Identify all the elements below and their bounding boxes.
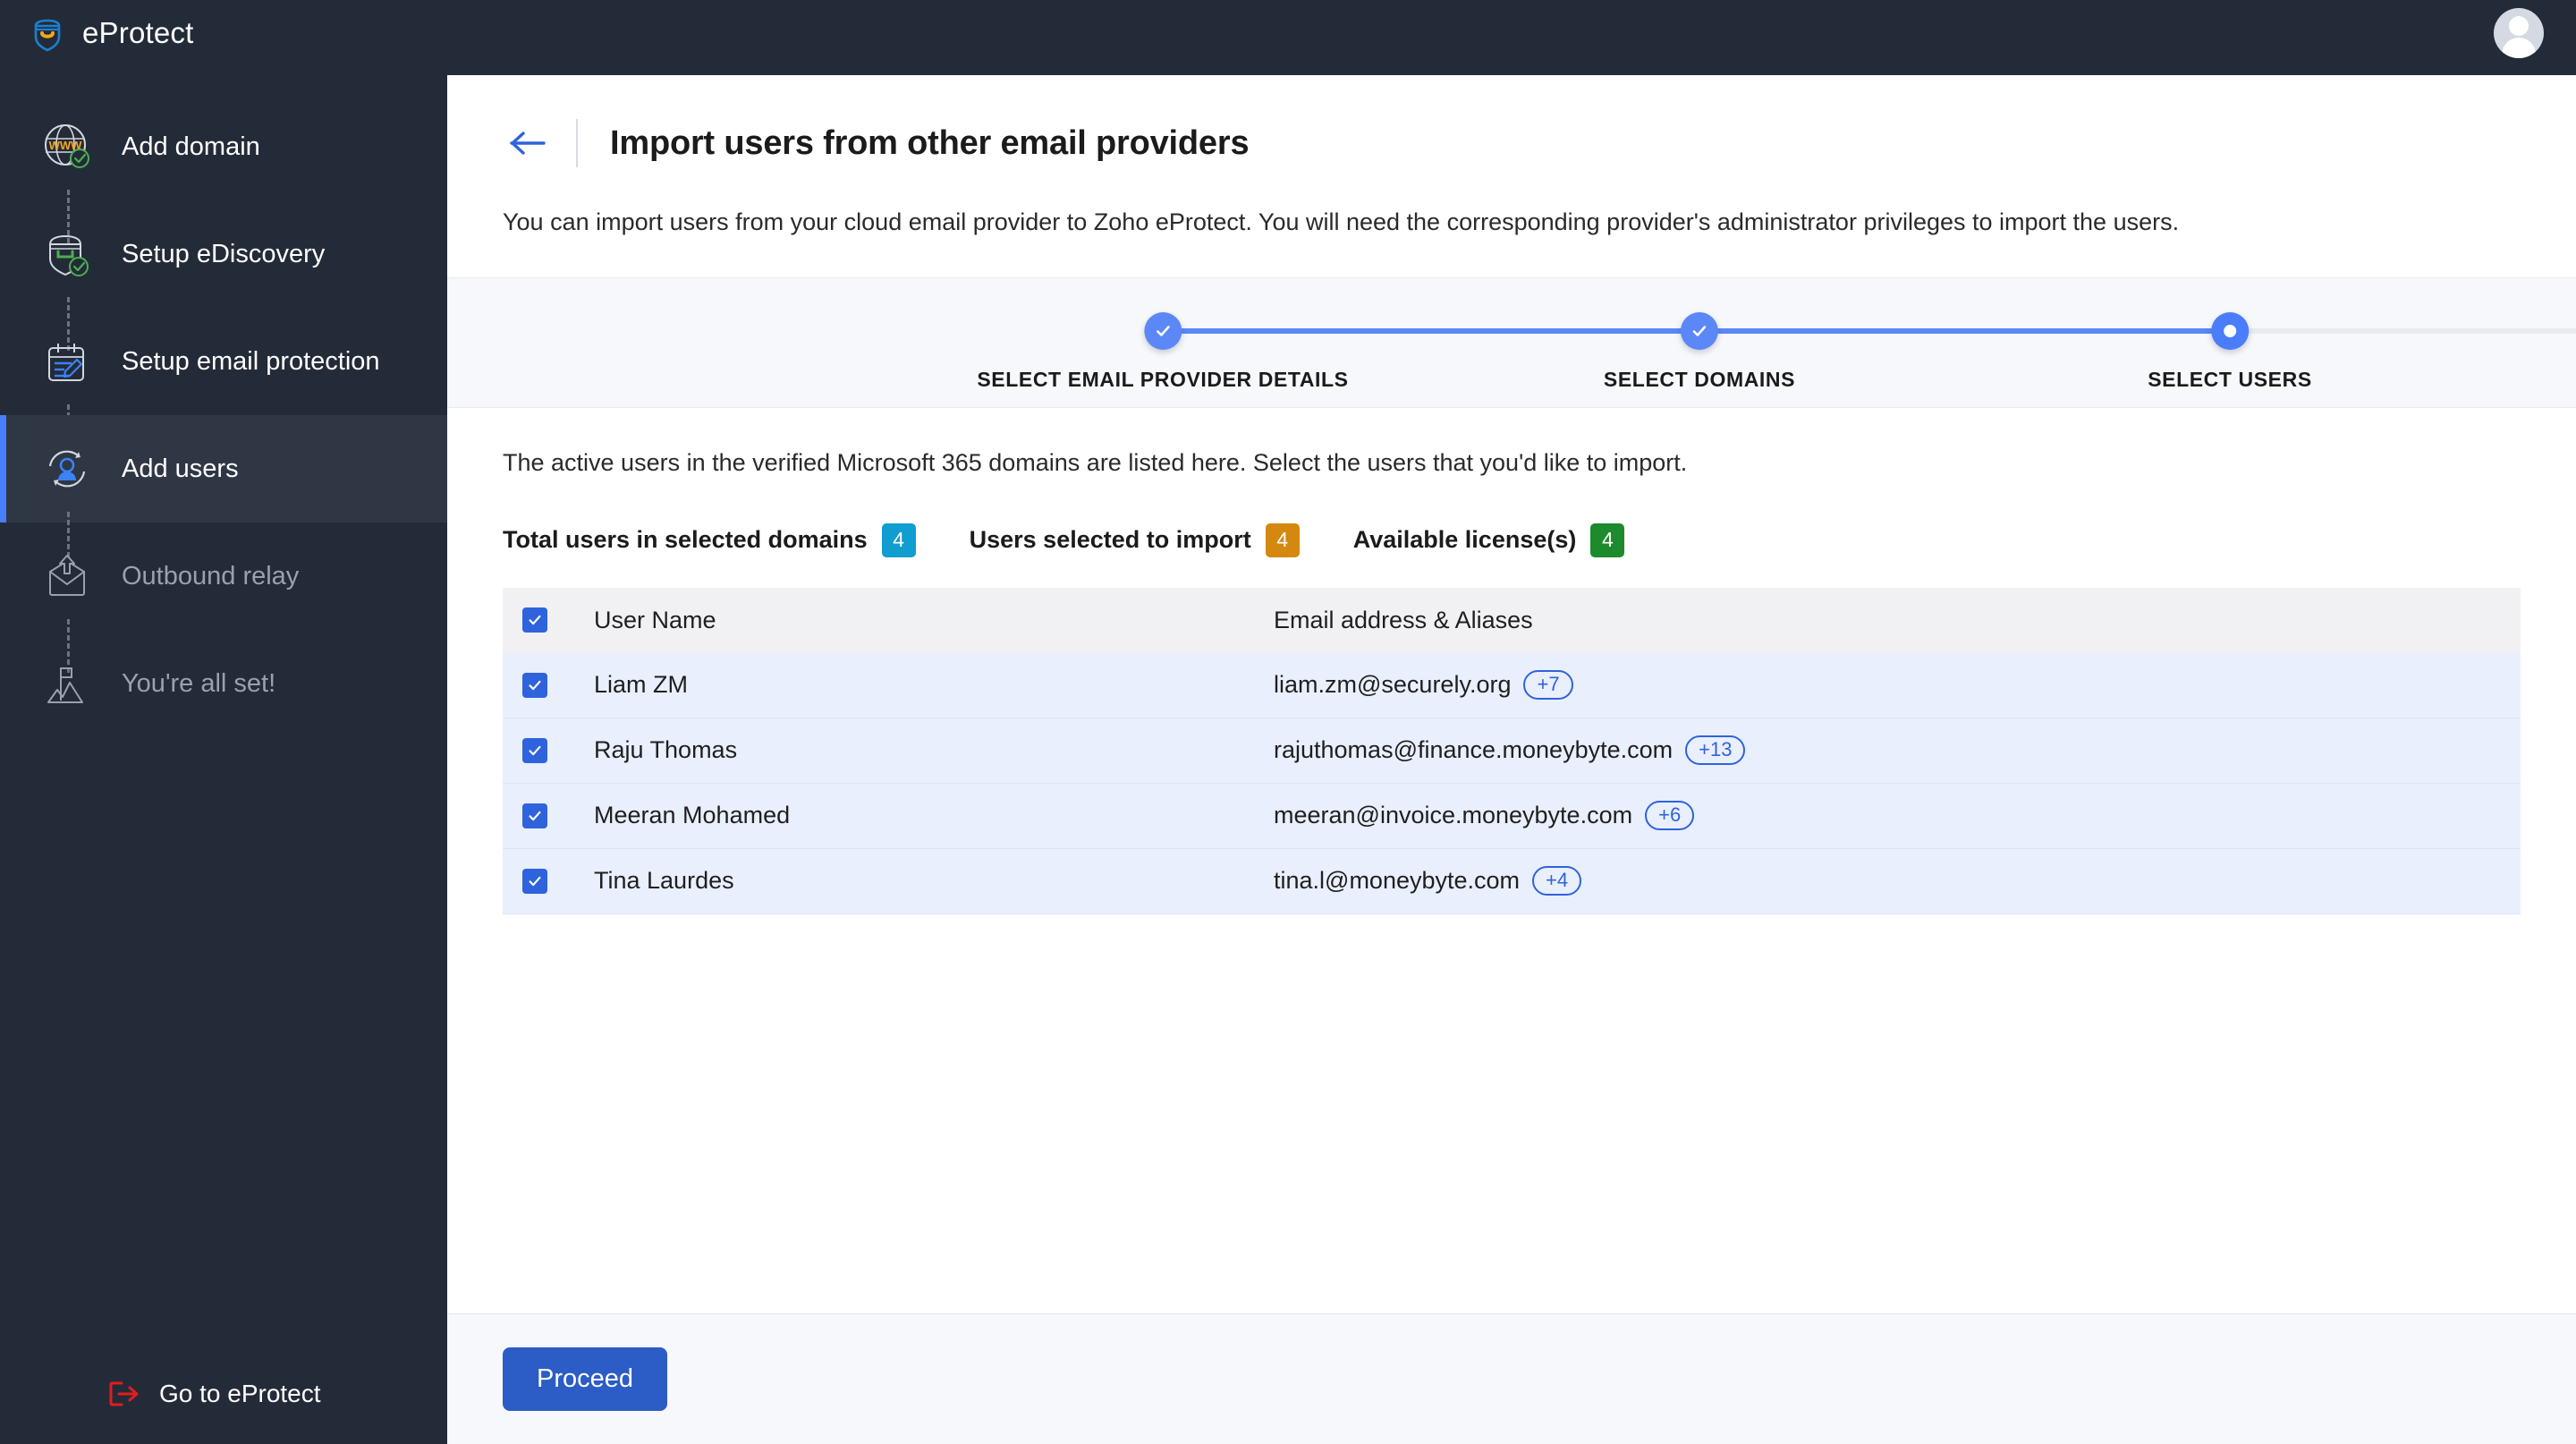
cell-email: meeran@invoice.moneybyte.com +6 [1274,801,1695,831]
back-arrow-icon[interactable] [503,118,553,168]
sidebar-item-label: Setup email protection [122,346,380,376]
page-description: You can import users from your cloud ema… [503,208,2180,235]
app-root: eProtect WWW Add domain Setup eDiscovery… [0,0,2576,1444]
panel-header: Import users from other email providers … [447,75,2576,240]
user-sync-icon [39,441,95,497]
sidebar-item-youre-all-set[interactable]: You're all set! [0,630,447,737]
table-row[interactable]: Raju Thomas rajuthomas@finance.moneybyte… [503,718,2521,784]
sidebar-item-label: You're all set! [122,668,276,698]
table-row[interactable]: Liam ZM liam.zm@securely.org +7 [503,652,2521,718]
alias-count-badge[interactable]: +13 [1685,735,1746,766]
table-row[interactable]: Tina Laurdes tina.l@moneybyte.com +4 [503,848,2521,914]
shield-check-icon [39,226,95,282]
cell-email: tina.l@moneybyte.com +4 [1274,866,1582,896]
counters-row: Total users in selected domains 4 Users … [503,522,2521,557]
users-table: User Name Email address & Aliases Liam Z… [503,587,2521,914]
step-label: SELECT EMAIL PROVIDER DETAILS [977,367,1349,391]
counter-badge: 4 [881,522,916,557]
alias-count-badge[interactable]: +4 [1532,866,1582,896]
counter-badge: 4 [1590,522,1625,557]
counter-badge: 4 [1265,522,1300,557]
sidebar-item-label: Setup eDiscovery [122,239,326,268]
cell-user-name: Raju Thomas [594,736,738,764]
flag-mountain-icon [39,656,95,711]
check-icon [1680,311,1718,350]
exit-arrow-icon [107,1380,140,1407]
main-panel: Import users from other email providers … [447,75,2576,1444]
sidebar-item-add-users[interactable]: Add users [0,415,447,522]
topbar [447,0,2576,66]
sidebar-item-label: Add users [122,454,239,483]
instruction-text: The active users in the verified Microso… [503,448,1688,476]
panel-footer: Proceed [447,1313,2576,1444]
step-select-users[interactable]: SELECT USERS [2148,311,2312,392]
cell-email: rajuthomas@finance.moneybyte.com +13 [1274,735,1746,766]
row-checkbox[interactable] [522,868,547,894]
go-to-eprotect-label: Go to eProtect [159,1380,321,1407]
title-row: Import users from other email providers [503,118,2521,168]
sidebar-item-add-domain[interactable]: WWW Add domain [0,93,447,200]
cell-user-name: Meeran Mohamed [594,802,791,829]
step-select-email-provider-details[interactable]: SELECT EMAIL PROVIDER DETAILS [977,311,1349,392]
sidebar-item-label: Outbound relay [122,561,300,590]
step-label: SELECT USERS [2148,367,2312,391]
step-label: SELECT DOMAINS [1603,367,1796,391]
sidebar-item-setup-ediscovery[interactable]: Setup eDiscovery [0,200,447,308]
email-address: rajuthomas@finance.moneybyte.com [1274,736,1674,764]
sidebar-item-outbound-relay[interactable]: Outbound relay [0,522,447,630]
step-select-domains[interactable]: SELECT DOMAINS [1603,311,1796,392]
counter-available-licenses: Available license(s) 4 [1352,522,1625,557]
globe-www-check-icon: WWW [39,119,95,174]
sidebar-nav: WWW Add domain Setup eDiscovery Setup em… [0,93,447,737]
counter-label: Available license(s) [1352,526,1577,554]
outbound-envelope-icon [39,548,95,604]
cell-user-name: Tina Laurdes [594,867,734,895]
counter-users-selected: Users selected to import 4 [969,522,1300,557]
content-body: The active users in the verified Microso… [447,449,2576,914]
counter-label: Users selected to import [969,526,1251,554]
alias-count-badge[interactable]: +6 [1645,801,1695,831]
email-address: meeran@invoice.moneybyte.com [1274,802,1633,829]
row-checkbox[interactable] [522,737,547,763]
go-to-eprotect-link[interactable]: Go to eProtect [107,1380,321,1408]
user-avatar-icon[interactable] [2494,8,2544,58]
stepper-track: SELECT EMAIL PROVIDER DETAILS SELECT DOM… [447,278,2576,409]
page-title: Import users from other email providers [610,123,1250,162]
table-row[interactable]: Meeran Mohamed meeran@invoice.moneybyte.… [503,783,2521,849]
counter-total-users: Total users in selected domains 4 [503,522,916,557]
cell-email: liam.zm@securely.org +7 [1274,670,1573,701]
column-header-user-name: User Name [594,606,716,633]
shield-logo-icon [29,14,66,52]
proceed-button[interactable]: Proceed [503,1347,668,1411]
dot-icon [2210,311,2249,350]
email-address: tina.l@moneybyte.com [1274,867,1521,895]
stepper: SELECT EMAIL PROVIDER DETAILS SELECT DOM… [447,276,2576,409]
counter-label: Total users in selected domains [503,526,868,554]
title-divider [576,119,578,167]
sidebar-item-setup-email-protection[interactable]: Setup email protection [0,308,447,415]
row-checkbox[interactable] [522,672,547,698]
brand-name: eProtect [82,16,194,49]
row-checkbox[interactable] [522,803,547,828]
column-header-email: Email address & Aliases [1274,606,1533,633]
calendar-pencil-icon [39,334,95,389]
check-icon [1143,311,1182,350]
cell-user-name: Liam ZM [594,671,689,699]
email-address: liam.zm@securely.org [1274,671,1512,699]
sidebar-item-label: Add domain [122,132,260,161]
alias-count-badge[interactable]: +7 [1523,670,1573,701]
brand: eProtect [0,0,447,66]
table-header-row: User Name Email address & Aliases [503,587,2521,653]
select-all-checkbox[interactable] [522,607,547,633]
sidebar: eProtect WWW Add domain Setup eDiscovery… [0,0,447,1444]
